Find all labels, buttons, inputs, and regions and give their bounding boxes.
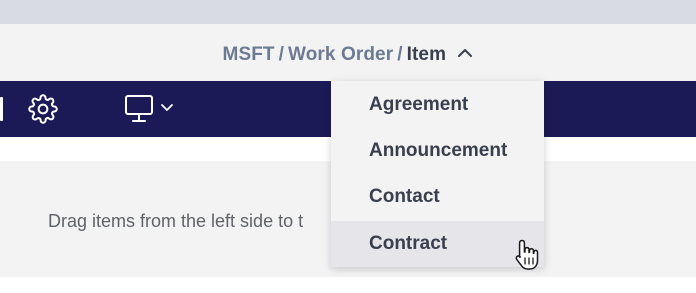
- item-type-dropdown-menu: Agreement Announcement Contact Contract: [331, 81, 544, 267]
- breadcrumb: MSFT / Work Order / Item: [0, 44, 696, 66]
- breadcrumb-separator: /: [278, 44, 285, 65]
- menu-item-announcement[interactable]: Announcement: [331, 128, 544, 174]
- drag-hint-text: Drag items from the left side to t: [48, 211, 304, 231]
- menu-item-contract[interactable]: Contract: [331, 221, 544, 267]
- gear-icon[interactable]: [28, 94, 58, 124]
- monitor-icon: [125, 95, 153, 122]
- breadcrumb-bar: MSFT / Work Order / Item: [0, 24, 696, 81]
- toolbar-partial-icon: [0, 97, 3, 121]
- bottom-strip: [0, 277, 696, 293]
- breadcrumb-separator: /: [397, 44, 403, 65]
- chevron-up-icon[interactable]: [457, 42, 473, 64]
- menu-item-agreement[interactable]: Agreement: [331, 82, 544, 128]
- breadcrumb-current-item[interactable]: Item: [407, 44, 446, 65]
- breadcrumb-item-work-order[interactable]: Work Order: [288, 44, 393, 65]
- chevron-down-icon: [161, 104, 173, 111]
- hand-pointer-icon: [514, 238, 540, 272]
- device-preview-button[interactable]: [122, 94, 178, 124]
- breadcrumb-item-msft[interactable]: MSFT: [223, 44, 275, 65]
- top-strip: [0, 0, 696, 24]
- menu-item-contact[interactable]: Contact: [331, 174, 544, 220]
